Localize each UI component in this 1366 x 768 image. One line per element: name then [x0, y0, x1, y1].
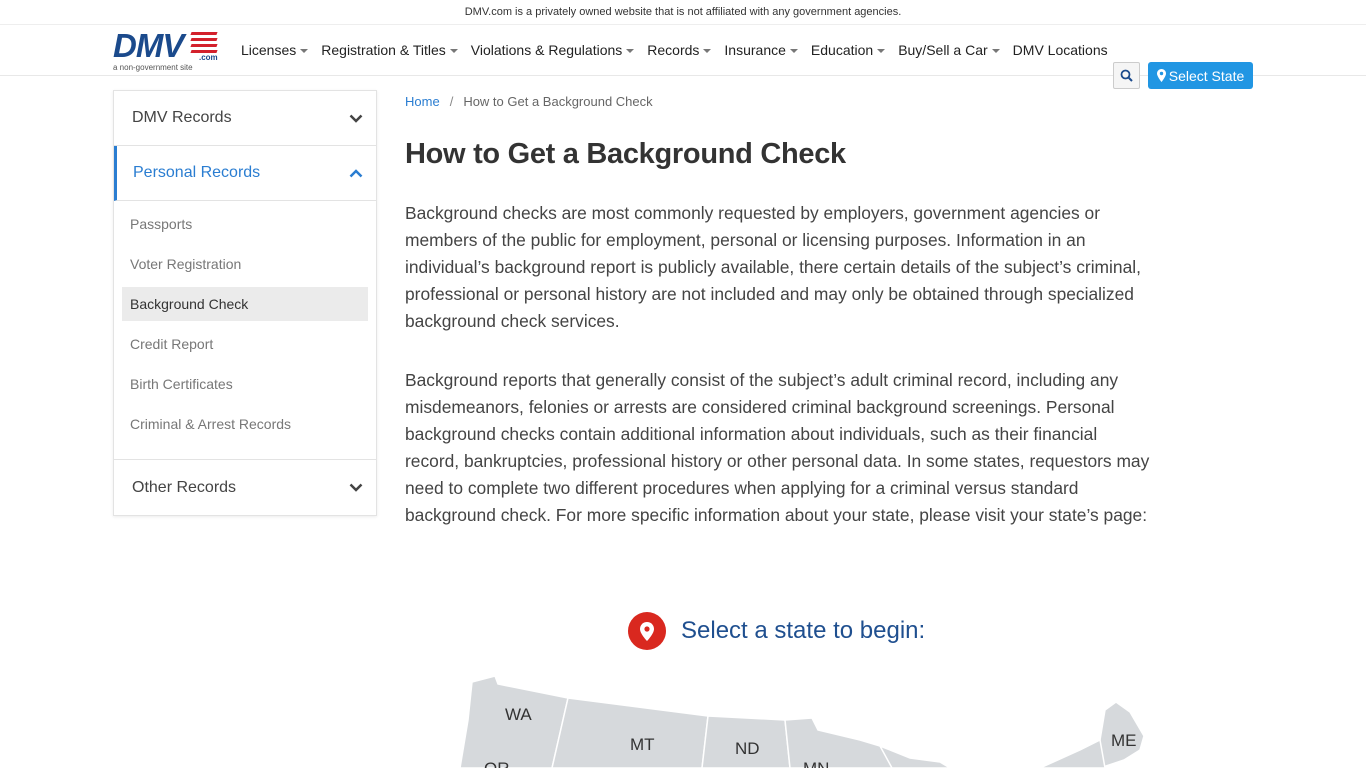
nav-registration-titles[interactable]: Registration & Titles [321, 42, 458, 58]
caret-down-icon [626, 49, 635, 53]
caret-down-icon [991, 49, 1000, 53]
breadcrumb: Home / How to Get a Background Check [405, 90, 1155, 112]
nav-dmv-locations[interactable]: DMV Locations [1013, 42, 1108, 58]
breadcrumb-home-link[interactable]: Home [405, 94, 440, 109]
disclaimer-bar: DMV.com is a privately owned website tha… [0, 0, 1366, 25]
main-content: Home / How to Get a Background Check How… [405, 90, 1155, 529]
sidebar-section-label: Other Records [132, 478, 237, 496]
us-state-map: WA MT ND MN OR ME [459, 675, 1145, 768]
nav-education[interactable]: Education [811, 42, 886, 58]
state-prompt: Select a state to begin: [628, 612, 925, 650]
sidebar-link-voter-registration[interactable]: Voter Registration [122, 247, 368, 281]
sidebar-link-criminal-arrest-records[interactable]: Criminal & Arrest Records [122, 407, 368, 441]
logo-word: DMV [113, 27, 184, 64]
map-state-ne[interactable] [1039, 738, 1106, 768]
select-state-button[interactable]: Select State [1148, 62, 1253, 89]
map-label-or: OR [484, 759, 510, 768]
location-pin-icon [628, 612, 666, 650]
map-label-wa: WA [505, 705, 532, 724]
sidebar-link-credit-report[interactable]: Credit Report [122, 327, 368, 361]
records-sidebar: DMV Records Personal Records Passports V… [113, 90, 377, 516]
breadcrumb-separator: / [449, 93, 454, 109]
map-state-mn[interactable] [784, 717, 893, 768]
caret-down-icon [703, 49, 712, 53]
sidebar-section-label: Personal Records [133, 164, 261, 181]
map-state-wi-mi[interactable] [878, 744, 952, 768]
caret-down-icon [449, 49, 458, 53]
main-menu: Licenses Registration & Titles Violation… [241, 25, 1121, 75]
map-label-mt: MT [630, 735, 655, 754]
personal-records-list: Passports Voter Registration Background … [114, 201, 376, 460]
sidebar-section-personal-records[interactable]: Personal Records [114, 146, 376, 201]
nav-licenses[interactable]: Licenses [241, 42, 309, 58]
chevron-down-icon [349, 114, 363, 123]
caret-down-icon [877, 49, 886, 53]
select-state-label: Select State [1168, 67, 1245, 84]
chevron-down-icon [349, 483, 363, 492]
disclaimer-text: DMV.com is a privately owned website tha… [464, 6, 902, 18]
map-label-me: ME [1111, 731, 1137, 750]
chevron-up-icon [349, 168, 363, 177]
intro-paragraph: Background checks are most commonly requ… [405, 203, 1141, 331]
dmv-logo[interactable]: DMV .com a non-government site [113, 29, 223, 73]
sidebar-link-passports[interactable]: Passports [122, 207, 368, 241]
map-label-mn: MN [803, 759, 829, 768]
sidebar-section-dmv-records[interactable]: DMV Records [114, 91, 376, 146]
logo-suffix: .com [199, 53, 218, 62]
state-prompt-text: Select a state to begin: [681, 617, 926, 644]
caret-down-icon [300, 49, 309, 53]
page-title: How to Get a Background Check [405, 138, 846, 170]
search-icon [1120, 69, 1133, 82]
sidebar-section-label: DMV Records [132, 109, 232, 126]
details-paragraph: Background reports that generally consis… [405, 370, 1150, 525]
breadcrumb-current: How to Get a Background Check [463, 93, 653, 109]
nav-records[interactable]: Records [647, 42, 712, 58]
nav-violations-regulations[interactable]: Violations & Regulations [471, 42, 635, 58]
sidebar-link-background-check[interactable]: Background Check [122, 287, 368, 321]
map-label-nd: ND [735, 739, 760, 758]
logo-tagline: a non-government site [113, 63, 193, 72]
nav-insurance[interactable]: Insurance [724, 42, 798, 58]
search-button[interactable] [1113, 62, 1140, 89]
map-pin-icon [1156, 69, 1166, 82]
nav-buy-sell-car[interactable]: Buy/Sell a Car [898, 42, 1000, 58]
caret-down-icon [789, 49, 798, 53]
sidebar-section-other-records[interactable]: Other Records [114, 460, 376, 515]
sidebar-link-birth-certificates[interactable]: Birth Certificates [122, 367, 368, 401]
top-navbar: DMV .com a non-government site Licenses … [0, 25, 1366, 89]
map-state-mt[interactable] [551, 697, 709, 768]
